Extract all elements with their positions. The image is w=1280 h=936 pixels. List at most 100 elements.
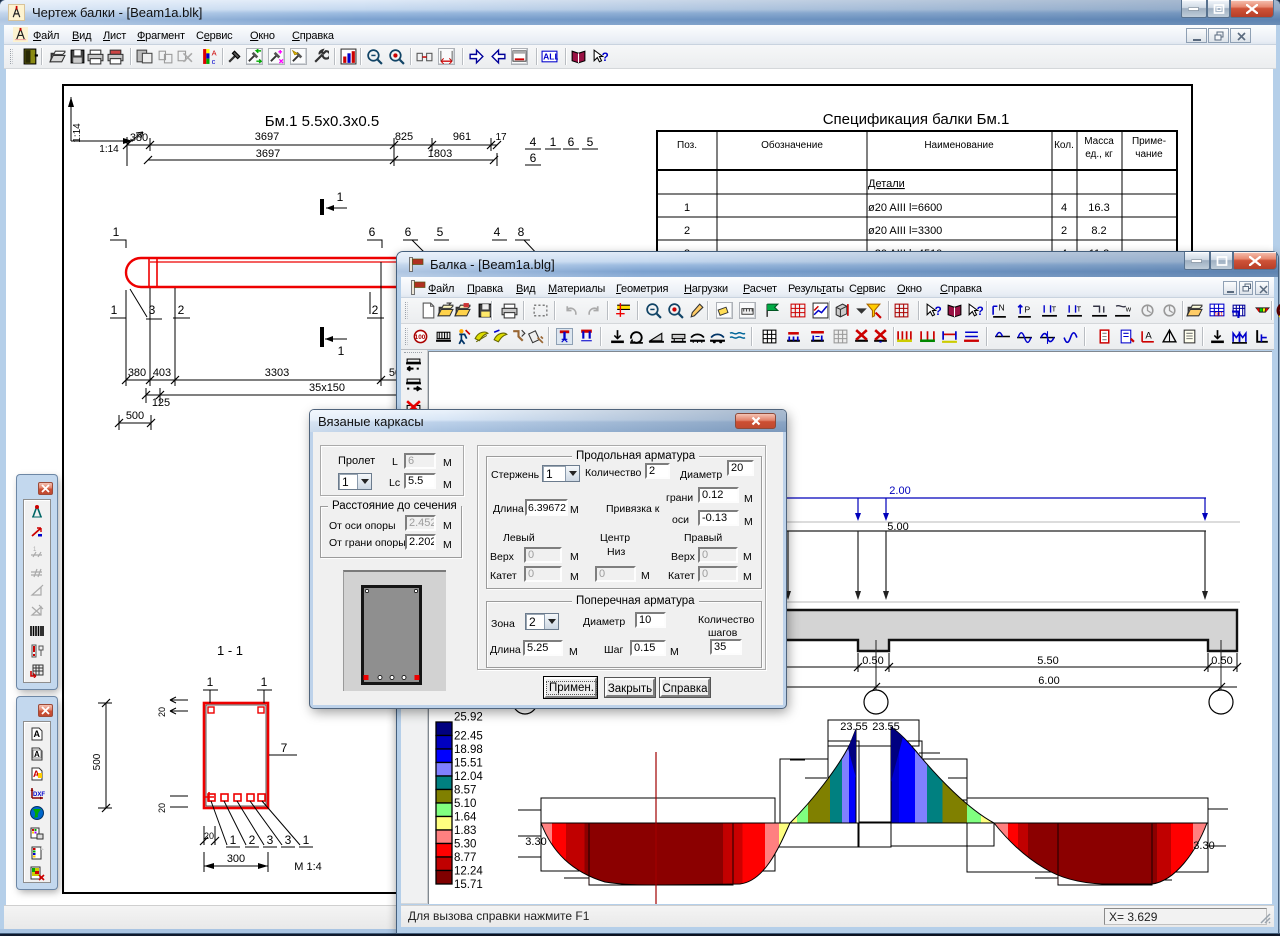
svg-text:A: A [34,750,40,759]
svg-text:Обозначение: Обозначение [761,139,823,151]
svg-text:7: 7 [281,741,288,755]
svg-text:100: 100 [415,334,426,341]
svg-text:3303: 3303 [265,367,289,379]
svg-text:4: 4 [494,225,501,239]
svg-text:6: 6 [568,135,575,149]
svg-text:1: 1 [113,225,120,239]
svg-text:?: ? [602,51,609,64]
svg-text:w: w [1125,305,1131,314]
svg-text:ед., кг: ед., кг [1085,149,1113,160]
svg-text:2: 2 [1061,225,1067,237]
svg-text:1:14: 1:14 [99,144,119,155]
svg-text:6: 6 [530,151,537,165]
svg-text:?: ? [977,305,984,318]
svg-text:8.77: 8.77 [454,852,476,864]
svg-text:1: 1 [261,675,268,689]
svg-text:?: ? [935,305,942,318]
svg-text:500: 500 [126,410,144,422]
svg-text:N: N [998,303,1004,313]
svg-text:12.24: 12.24 [454,866,483,878]
svg-text:c: c [212,57,216,65]
svg-text:17: 17 [495,132,507,143]
svg-text:Наименование: Наименование [924,140,994,151]
svg-text:20: 20 [157,803,167,813]
svg-text:Бм.1 5.5x0.3x0.5: Бм.1 5.5x0.3x0.5 [265,113,379,130]
svg-text:403: 403 [153,367,171,379]
svg-text:8.2: 8.2 [1091,225,1106,237]
svg-text:380: 380 [128,367,146,379]
svg-text:1: 1 [207,675,214,689]
svg-text:3: 3 [285,833,292,847]
svg-text:Спецификация балки Бм.1: Спецификация балки Бм.1 [823,111,1010,128]
svg-text:1:14: 1:14 [72,123,83,143]
svg-text:1803: 1803 [428,148,452,160]
svg-text:Кол.: Кол. [1054,140,1074,151]
svg-text:5: 5 [437,225,444,239]
svg-text:P: P [1025,305,1031,315]
svg-text:2: 2 [178,303,185,317]
svg-text:8: 8 [518,225,525,239]
svg-text:5: 5 [587,135,594,149]
svg-text:ø20 AIII l=6600: ø20 AIII l=6600 [868,202,942,214]
svg-text:5.30: 5.30 [454,839,476,851]
svg-text:3697: 3697 [255,131,279,143]
svg-text:380: 380 [130,132,148,144]
svg-text:2.00: 2.00 [889,485,910,497]
svg-text:500: 500 [92,753,103,770]
svg-text:1: 1 [111,303,118,317]
svg-text:2: 2 [249,833,256,847]
svg-text:961: 961 [453,131,471,143]
svg-text:Поз.: Поз. [677,140,697,151]
svg-text:825: 825 [395,131,413,143]
svg-text:15.71: 15.71 [454,879,483,891]
svg-text:23.55: 23.55 [840,721,868,733]
svg-text:1: 1 [230,833,237,847]
svg-text:М 1:4: М 1:4 [294,861,322,873]
svg-text:5.50: 5.50 [1037,655,1058,667]
svg-text:Масса: Масса [1084,136,1114,147]
svg-text:300: 300 [227,853,245,865]
svg-text:3: 3 [267,833,274,847]
svg-text:101: 101 [1214,312,1223,318]
svg-text:125: 125 [152,397,170,409]
svg-text:12.04: 12.04 [454,771,483,783]
svg-text:1: 1 [337,190,344,204]
svg-text:22.45: 22.45 [454,731,483,743]
svg-text:20: 20 [157,707,167,717]
svg-text:A: A [1145,331,1152,342]
svg-text:чание: чание [1135,149,1163,160]
svg-text:ALL: ALL [543,52,558,62]
svg-text:20: 20 [204,831,214,841]
svg-text:6: 6 [369,225,376,239]
svg-text:1.64: 1.64 [454,812,477,824]
svg-text:3.30: 3.30 [525,836,546,848]
svg-text:1: 1 [303,833,310,847]
svg-text:A: A [34,729,41,739]
svg-text:ø20 AIII l=3300: ø20 AIII l=3300 [868,225,942,237]
svg-text:0.50: 0.50 [862,655,883,667]
svg-text:1: 1 [684,202,690,214]
svg-text:1 - 1: 1 - 1 [217,643,243,658]
svg-text:1: 1 [33,547,37,553]
svg-text:T: T [1077,305,1082,314]
svg-text:Детали: Детали [868,178,905,190]
svg-text:T: T [1052,305,1057,314]
svg-text:0.50: 0.50 [1211,655,1232,667]
svg-text:15.51: 15.51 [454,758,483,770]
svg-text:8.57: 8.57 [454,785,476,797]
svg-text:25.92: 25.92 [454,712,483,724]
svg-text:16.3: 16.3 [1088,202,1109,214]
svg-text:1: 1 [338,344,345,358]
svg-text:3.30: 3.30 [1193,840,1214,852]
svg-text:2: 2 [684,225,690,237]
svg-text:4: 4 [1061,202,1067,214]
svg-text:18.98: 18.98 [454,744,483,756]
svg-text:1: 1 [550,135,557,149]
svg-text:1.83: 1.83 [454,825,476,837]
svg-text:4: 4 [530,135,537,149]
svg-text:Приме-: Приме- [1132,136,1166,147]
svg-text:2: 2 [372,303,379,317]
svg-text:DXF: DXF [33,792,45,798]
svg-text:6: 6 [405,225,412,239]
svg-text:3697: 3697 [256,148,280,160]
